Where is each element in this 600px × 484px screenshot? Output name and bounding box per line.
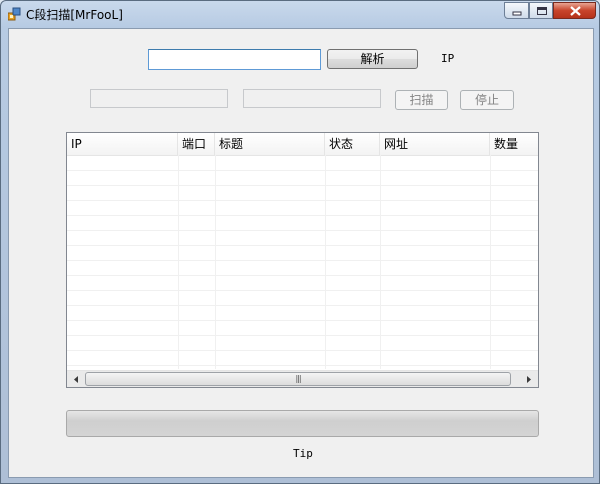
row-gridline bbox=[67, 185, 538, 186]
tip-label: Tip bbox=[293, 447, 313, 460]
row-gridline bbox=[67, 260, 538, 261]
row-gridline bbox=[67, 320, 538, 321]
title-bar[interactable]: C段扫描[MrFooL] bbox=[1, 1, 599, 27]
window-title: C段扫描[MrFooL] bbox=[26, 8, 123, 22]
row-gridline bbox=[67, 290, 538, 291]
ip-input[interactable] bbox=[148, 49, 321, 70]
column-header-port[interactable]: 端口 bbox=[178, 133, 215, 155]
row-gridline bbox=[67, 200, 538, 201]
row-gridline bbox=[67, 305, 538, 306]
maximize-button[interactable] bbox=[529, 2, 553, 19]
column-gridline bbox=[490, 155, 491, 369]
column-header-title[interactable]: 标题 bbox=[215, 133, 325, 155]
client-area: 解析 IP 扫描 停止 IP 端口 标题 状态 网址 数量 ||| Tip bbox=[8, 28, 594, 478]
column-header-status[interactable]: 状态 bbox=[325, 133, 380, 155]
stop-button[interactable]: 停止 bbox=[460, 90, 514, 110]
scroll-right-icon[interactable] bbox=[521, 372, 537, 387]
close-icon bbox=[570, 6, 581, 16]
ip-label: IP bbox=[441, 52, 455, 65]
horizontal-scrollbar[interactable]: ||| bbox=[67, 370, 538, 387]
scan-button[interactable]: 扫描 bbox=[395, 90, 448, 110]
results-table[interactable]: IP 端口 标题 状态 网址 数量 ||| bbox=[66, 132, 539, 388]
range-end-input[interactable] bbox=[243, 89, 381, 108]
table-header: IP 端口 标题 状态 网址 数量 bbox=[67, 133, 538, 156]
row-gridline bbox=[67, 350, 538, 351]
minimize-button[interactable] bbox=[504, 2, 529, 19]
main-window: C段扫描[MrFooL] 解析 IP 扫描 停止 IP 端口 标题 状态 网址 … bbox=[0, 0, 600, 484]
row-gridline bbox=[67, 215, 538, 216]
app-icon bbox=[8, 7, 21, 21]
scroll-left-icon[interactable] bbox=[68, 372, 84, 387]
grip-icon: ||| bbox=[295, 374, 301, 383]
column-gridline bbox=[178, 155, 179, 369]
minimize-icon bbox=[512, 11, 522, 16]
scan-progress-bar bbox=[66, 410, 539, 437]
row-gridline bbox=[67, 170, 538, 171]
column-header-ip[interactable]: IP bbox=[67, 133, 178, 155]
maximize-icon bbox=[537, 7, 547, 15]
column-header-url[interactable]: 网址 bbox=[380, 133, 490, 155]
row-gridline bbox=[67, 335, 538, 336]
scrollbar-thumb[interactable]: ||| bbox=[85, 372, 511, 386]
range-start-input[interactable] bbox=[90, 89, 228, 108]
row-gridline bbox=[67, 365, 538, 366]
row-gridline bbox=[67, 230, 538, 231]
column-header-count[interactable]: 数量 bbox=[490, 133, 538, 155]
close-button[interactable] bbox=[553, 2, 596, 19]
column-gridline bbox=[325, 155, 326, 369]
column-gridline bbox=[215, 155, 216, 369]
column-gridline bbox=[380, 155, 381, 369]
parse-button[interactable]: 解析 bbox=[327, 49, 418, 69]
row-gridline bbox=[67, 275, 538, 276]
row-gridline bbox=[67, 245, 538, 246]
